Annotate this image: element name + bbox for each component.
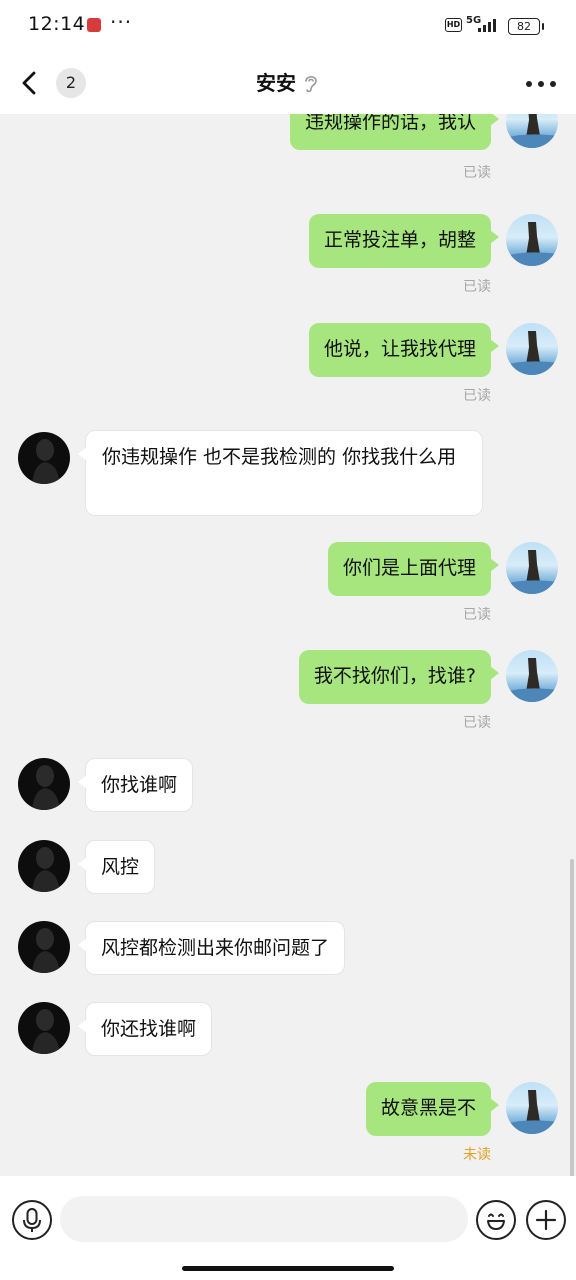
message-received: 你还找谁啊 — [0, 1002, 576, 1062]
read-status: 已读 — [463, 279, 491, 295]
back-button[interactable]: 2 — [18, 66, 86, 100]
read-status: 已读 — [463, 607, 491, 623]
more-notifications-icon: ··· — [110, 10, 133, 34]
status-bar: 12:14 ··· HD 5G 82 — [0, 0, 576, 52]
message-bubble[interactable]: 你找谁啊 — [77, 758, 194, 812]
contact-avatar[interactable] — [18, 840, 70, 892]
message-sent: 你们是上面代理 已读 — [0, 542, 576, 632]
contact-avatar[interactable] — [18, 758, 70, 810]
message-bubble[interactable]: 你们是上面代理 — [327, 542, 500, 596]
more-actions-button[interactable] — [526, 1200, 566, 1240]
ear-icon — [305, 76, 317, 93]
message-received: 风控都检测出来你邮问题了 — [0, 921, 576, 981]
my-avatar[interactable] — [506, 214, 558, 266]
more-button[interactable] — [526, 68, 556, 98]
read-status: 已读 — [463, 388, 491, 404]
message-sent: 故意黑是不 未读 — [0, 1082, 576, 1172]
message-sent: 正常投注单，胡整 已读 — [0, 214, 576, 304]
hd-icon: HD — [445, 18, 462, 32]
message-received: 你找谁啊 — [0, 758, 576, 818]
message-bubble[interactable]: 你违规操作 也不是我检测的 你找我什么用 — [78, 430, 483, 516]
message-bubble[interactable]: 正常投注单，胡整 — [308, 214, 500, 268]
title-area: 安安 — [0, 52, 576, 114]
my-avatar[interactable] — [506, 542, 558, 594]
contact-avatar[interactable] — [18, 432, 70, 484]
message-sent: 违规操作的话，我认 已读 — [0, 114, 576, 186]
message-sent: 我不找你们，找谁? 已读 — [0, 650, 576, 740]
message-bubble[interactable]: 我不找你们，找谁? — [298, 650, 500, 704]
emoji-button[interactable] — [476, 1200, 516, 1240]
message-bubble[interactable]: 风控都检测出来你邮问题了 — [77, 921, 346, 975]
message-bubble[interactable]: 违规操作的话，我认 — [289, 114, 500, 150]
battery-icon: 82 — [508, 18, 544, 35]
my-avatar[interactable] — [506, 1082, 558, 1134]
home-indicator[interactable] — [182, 1266, 394, 1271]
chat-message-list[interactable]: 违规操作的话，我认 已读 正常投注单，胡整 已读 他说，让我找代理 已读 你违规… — [0, 114, 576, 1176]
unread-count-badge: 2 — [56, 68, 86, 98]
message-bubble[interactable]: 故意黑是不 — [365, 1082, 500, 1136]
chat-title: 安安 — [256, 71, 296, 95]
message-received: 风控 — [0, 840, 576, 900]
back-chevron-icon — [22, 71, 36, 95]
voice-button[interactable] — [12, 1200, 52, 1240]
contact-avatar[interactable] — [18, 1002, 70, 1054]
plus-icon — [535, 1209, 557, 1231]
input-bar — [0, 1176, 576, 1280]
message-sent: 他说，让我找代理 已读 — [0, 323, 576, 413]
message-bubble[interactable]: 他说，让我找代理 — [308, 323, 500, 377]
read-status: 已读 — [463, 715, 491, 731]
my-avatar[interactable] — [506, 114, 558, 148]
chat-header: 安安 2 — [0, 52, 576, 114]
status-time: 12:14 — [28, 13, 86, 35]
unread-status: 未读 — [463, 1147, 491, 1163]
message-received: 你违规操作 也不是我检测的 你找我什么用 — [0, 430, 576, 520]
contact-avatar[interactable] — [18, 921, 70, 973]
scrollbar[interactable] — [570, 859, 574, 1176]
message-input[interactable] — [60, 1196, 468, 1242]
message-bubble[interactable]: 风控 — [77, 840, 156, 894]
message-bubble[interactable]: 你还找谁啊 — [77, 1002, 213, 1056]
app-notification-icon — [87, 18, 101, 32]
signal-icon — [478, 18, 500, 32]
emoji-icon — [487, 1213, 505, 1230]
read-status: 已读 — [463, 165, 491, 181]
my-avatar[interactable] — [506, 650, 558, 702]
microphone-icon — [23, 1208, 41, 1232]
my-avatar[interactable] — [506, 323, 558, 375]
